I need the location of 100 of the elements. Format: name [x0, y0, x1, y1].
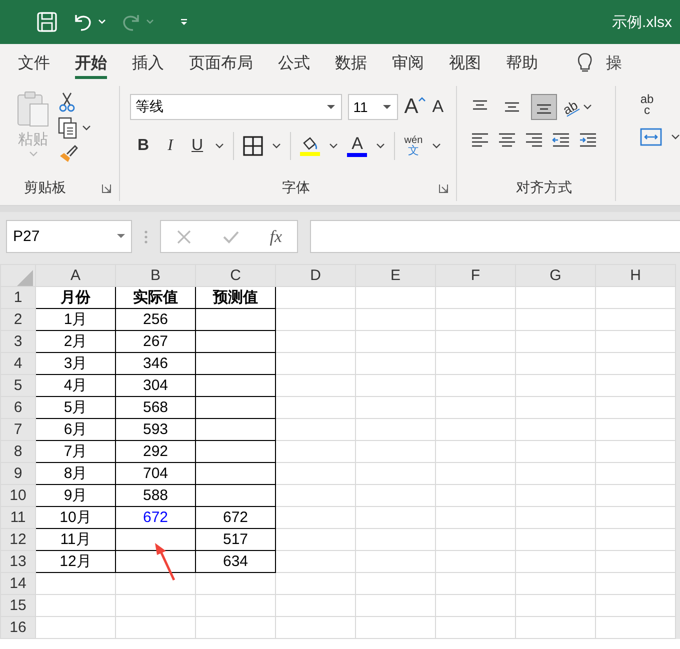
formula-input[interactable]	[310, 220, 680, 253]
row-header[interactable]: 12	[0, 528, 36, 550]
ribbon-tab[interactable]: 文件	[18, 44, 50, 82]
font-name-dropdown[interactable]: 等线	[130, 94, 342, 120]
table-cell: 704	[116, 462, 196, 484]
caret-icon[interactable]	[215, 143, 224, 149]
scissors-icon[interactable]	[58, 92, 76, 112]
group-label: 字体	[282, 179, 310, 197]
table-cell: 4月	[36, 374, 116, 396]
table-cell: 7月	[36, 440, 116, 462]
table-cell: 9月	[36, 484, 116, 506]
ribbon-tab[interactable]: 插入	[132, 44, 164, 82]
italic-button[interactable]: I	[161, 137, 180, 155]
wrap-text-button[interactable]: ab c	[636, 94, 658, 116]
row-header[interactable]: 9	[0, 462, 36, 484]
increase-indent-icon[interactable]	[578, 132, 597, 148]
dropdown-arrow-icon[interactable]	[383, 104, 392, 110]
ribbon-tab[interactable]: 数据	[335, 44, 367, 82]
font-color-button[interactable]: A	[352, 135, 363, 152]
caret-icon[interactable]	[583, 104, 592, 110]
paintbrush-icon[interactable]	[58, 144, 78, 164]
ribbon-tab[interactable]: 页面布局	[189, 44, 253, 82]
dropdown-arrow-icon[interactable]	[327, 104, 336, 110]
column-header[interactable]: D	[276, 264, 356, 286]
group-label: 剪贴板	[24, 179, 66, 197]
row-header[interactable]: 5	[0, 374, 36, 396]
table-cell: 10月	[36, 506, 116, 528]
table-cell: 517	[196, 528, 276, 550]
table-cell: 6月	[36, 418, 116, 440]
lightbulb-icon[interactable]	[577, 52, 593, 74]
column-header[interactable]: G	[516, 264, 596, 286]
dropdown-arrow-icon[interactable]	[117, 234, 125, 239]
row-header[interactable]: 6	[0, 396, 36, 418]
insert-function-button[interactable]: fx	[270, 226, 282, 246]
caret-icon[interactable]	[329, 143, 338, 149]
orientation-button[interactable]: ab	[560, 96, 580, 118]
row-header[interactable]: 7	[0, 418, 36, 440]
bold-button[interactable]: B	[134, 137, 152, 155]
copy-icon[interactable]	[58, 117, 78, 139]
dialog-launcher-icon[interactable]	[438, 184, 448, 192]
tell-me-field[interactable]: 操	[606, 52, 622, 74]
align-center-icon[interactable]	[498, 132, 516, 148]
font-size-dropdown[interactable]: 11	[348, 94, 398, 120]
borders-icon[interactable]	[243, 136, 264, 156]
caret-icon[interactable]	[82, 125, 91, 131]
column-header[interactable]: B	[116, 264, 196, 286]
vertical-align-button[interactable]	[530, 94, 557, 120]
dialog-launcher-icon[interactable]	[102, 184, 112, 192]
table-cell: 预测值	[196, 286, 276, 308]
align-left-icon[interactable]	[470, 132, 489, 148]
ribbon-tab[interactable]: 帮助	[506, 44, 538, 82]
table-cell: 2月	[36, 330, 116, 352]
caret-icon[interactable]	[432, 143, 441, 149]
row-header[interactable]: 1	[0, 286, 36, 308]
grip-icon	[144, 230, 148, 244]
underline-button[interactable]: U	[188, 137, 206, 155]
table-cell: 267	[116, 330, 196, 352]
ribbon-tab[interactable]: 审阅	[392, 44, 424, 82]
row-header[interactable]: 8	[0, 440, 36, 462]
ribbon-tab[interactable]: 公式	[278, 44, 310, 82]
caret-icon[interactable]	[376, 143, 386, 149]
table-cell: 256	[116, 308, 196, 330]
phonetic-guide-button[interactable]: wén 文	[404, 135, 423, 157]
row-header[interactable]: 16	[0, 616, 36, 638]
table-cell: 实际值	[116, 286, 196, 308]
ribbon-tab[interactable]: 视图	[449, 44, 481, 82]
table-cell: 346	[116, 352, 196, 374]
column-header[interactable]: A	[36, 264, 116, 286]
row-header[interactable]: 10	[0, 484, 36, 506]
increase-font-size-button[interactable]: A	[404, 95, 426, 119]
decrease-indent-icon[interactable]	[552, 132, 570, 148]
decrease-font-size-button[interactable]: A	[432, 97, 444, 117]
table-cell: 292	[116, 440, 196, 462]
table-cell: 593	[116, 418, 196, 440]
name-box[interactable]: P27	[6, 220, 132, 253]
table-cell: 568	[116, 396, 196, 418]
ribbon-tab[interactable]: 开始	[75, 47, 107, 79]
row-header[interactable]: 11	[0, 506, 36, 528]
table-cell: 8月	[36, 462, 116, 484]
row-header[interactable]: 13	[0, 550, 36, 572]
caret-icon[interactable]	[671, 134, 680, 140]
column-header[interactable]: H	[596, 264, 676, 286]
column-header[interactable]: F	[436, 264, 516, 286]
row-header[interactable]: 3	[0, 330, 36, 352]
column-header[interactable]: C	[196, 264, 276, 286]
table-cell: 672	[116, 506, 196, 528]
customize-icon[interactable]	[180, 18, 188, 26]
column-header[interactable]: E	[356, 264, 436, 286]
align-right-icon[interactable]	[524, 132, 543, 148]
table-cell: 3月	[36, 352, 116, 374]
row-header[interactable]: 4	[0, 352, 36, 374]
row-header[interactable]: 15	[0, 594, 36, 616]
caret-up-icon	[418, 97, 426, 102]
save-icon[interactable]	[36, 11, 58, 33]
checkmark-icon[interactable]	[222, 228, 240, 244]
row-header[interactable]: 2	[0, 308, 36, 330]
row-header[interactable]: 14	[0, 572, 36, 594]
merge-center-icon[interactable]	[640, 128, 662, 146]
caret-icon[interactable]	[272, 143, 282, 149]
fill-color-swatch	[300, 152, 320, 156]
